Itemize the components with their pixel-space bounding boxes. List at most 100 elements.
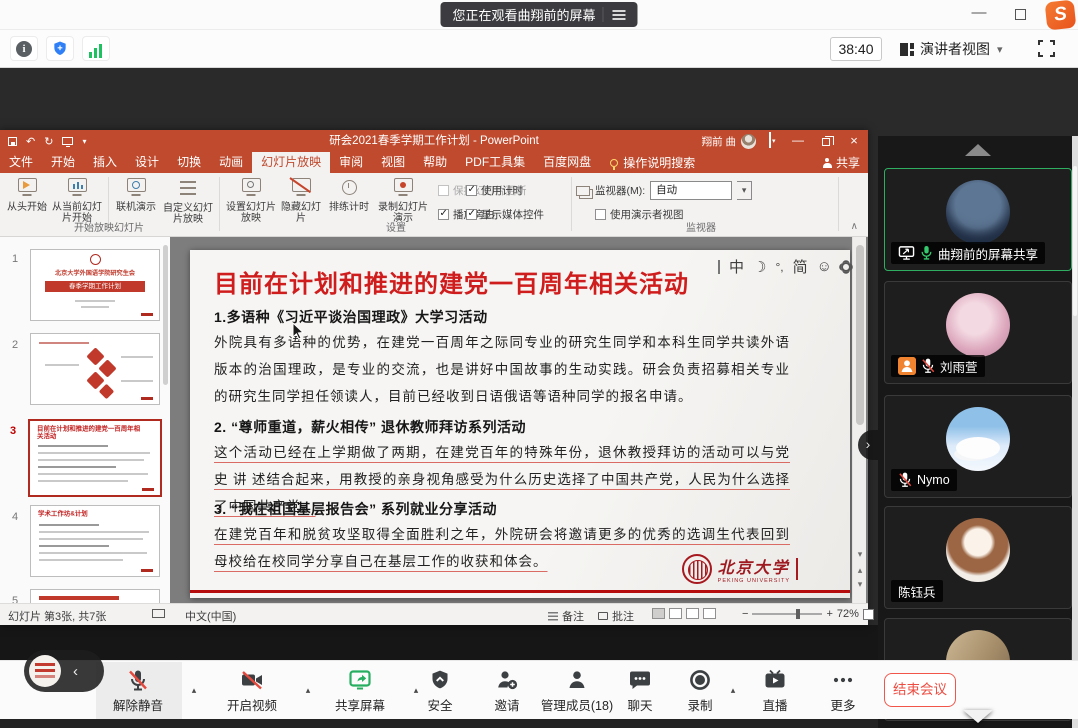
collapse-ribbon-icon[interactable]: ∧ (851, 221, 858, 232)
tab-animations[interactable]: 动画 (210, 152, 252, 173)
slide-thumbnail-2[interactable] (30, 333, 160, 405)
ppt-close-button[interactable]: × (840, 130, 868, 152)
mini-slide-preview[interactable] (29, 655, 61, 687)
tab-view[interactable]: 视图 (372, 152, 414, 173)
ppt-minimize-button[interactable]: — (784, 130, 812, 152)
tab-insert[interactable]: 插入 (84, 152, 126, 173)
meeting-info-button[interactable]: i (10, 36, 38, 61)
window-minimize-button[interactable]: — (970, 4, 988, 21)
moon-icon[interactable]: ☽ (753, 258, 766, 276)
ime-drag-handle-icon[interactable] (718, 260, 720, 274)
comments-label: 批注 (612, 608, 634, 624)
group-label-monitors: 监视器 (576, 219, 826, 234)
use-timings-label: 使用计时 (481, 183, 523, 198)
tab-help[interactable]: 帮助 (414, 152, 456, 173)
fit-to-window-button[interactable] (863, 609, 874, 620)
tab-slideshow[interactable]: 幻灯片放映 (252, 152, 330, 173)
present-online-button[interactable]: 联机演示 (112, 176, 160, 213)
monitor-select-dropdown-icon[interactable]: ▾ (737, 181, 752, 200)
tab-design[interactable]: 设计 (126, 152, 168, 173)
notes-button[interactable]: 备注 (548, 608, 584, 624)
end-meeting-button[interactable]: 结束会议 (884, 673, 956, 707)
video-options-arrow[interactable]: ▴ (306, 685, 311, 696)
tab-pdf-tools[interactable]: PDF工具集 (456, 152, 534, 173)
mic-options-arrow[interactable]: ▴ (192, 685, 197, 696)
from-current-slide-button[interactable]: 从当前幻灯片开始 (50, 176, 104, 224)
participant-tile[interactable]: Nymo (884, 395, 1072, 498)
ppt-titlebar[interactable]: ↶ ↻ ▾ 研会2021春季学期工作计划 - PowerPoint 翔前 曲 —… (0, 130, 868, 152)
ime-language-toggle[interactable]: 中 (729, 256, 744, 277)
rehearse-timings-button[interactable]: 排练计时 (326, 176, 372, 213)
comments-button[interactable]: 批注 (598, 608, 634, 624)
tab-home[interactable]: 开始 (42, 152, 84, 173)
reading-view-button[interactable] (686, 608, 699, 619)
mic-muted-icon (898, 472, 912, 488)
view-mode-selector[interactable]: 演讲者视图 ▾ (900, 36, 1003, 62)
ppt-restore-button[interactable] (812, 130, 840, 152)
use-timings-checkbox[interactable]: 使用计时 (466, 183, 523, 198)
panel-scrollbar[interactable] (1072, 136, 1078, 728)
from-start-button[interactable]: 从头开始 (6, 176, 48, 213)
scroll-down-icon[interactable]: ▾ (853, 549, 867, 560)
zoom-in-button[interactable]: + (826, 608, 832, 620)
zoom-slider[interactable] (752, 613, 822, 615)
slide-thumbnail-4[interactable]: 学术工作坊&计划 (30, 505, 160, 577)
zoom-percentage[interactable]: 72% (837, 608, 859, 620)
ppt-share-button[interactable]: 共享 (823, 152, 860, 173)
floating-share-widget[interactable]: ‹ (24, 650, 104, 692)
tab-transitions[interactable]: 切换 (168, 152, 210, 173)
thumb-number: 2 (12, 339, 18, 351)
tab-baidu-pan[interactable]: 百度网盘 (534, 152, 600, 173)
previous-slide-icon[interactable]: ▴ (853, 565, 867, 576)
ribbon-display-button[interactable] (756, 130, 784, 152)
network-signal-button[interactable] (82, 36, 110, 61)
tell-me-search[interactable]: 操作说明搜索 (600, 152, 705, 173)
start-video-button[interactable]: 开启视频 (204, 668, 300, 714)
ime-punctuation-toggle[interactable]: °, (775, 260, 783, 274)
slide-thumbnail-3-selected[interactable]: 目前在计划和推进的建党一百周年相关活动 (28, 419, 162, 497)
ppt-account[interactable]: 翔前 曲 (702, 130, 756, 152)
slide-scrollbar[interactable]: ▾ ▴ ▾ (852, 237, 866, 603)
slide-thumbnail-5[interactable] (30, 589, 160, 603)
participant-tile[interactable]: 陈钰兵 (884, 506, 1072, 609)
zoom-out-button[interactable]: − (742, 608, 748, 620)
language-indicator[interactable]: 中文(中国) (185, 608, 236, 624)
monitor-select[interactable]: 自动 (650, 181, 732, 200)
scrollbar-thumb[interactable] (856, 245, 864, 425)
meeting-toolbar: i 38:40 演讲者视图 ▾ (0, 30, 1078, 68)
next-slide-icon[interactable]: ▾ (853, 579, 867, 590)
more-button[interactable]: 更多 (795, 668, 891, 714)
participant-tile[interactable]: 刘雨萱 (884, 281, 1072, 384)
scroll-up-arrow-icon[interactable] (965, 144, 991, 156)
scroll-down-arrow-icon[interactable] (963, 710, 993, 723)
slide-thumbnail-panel[interactable]: 1 北京大学外国语学院研究生会 春季学期工作计划 2 (0, 237, 170, 603)
gear-icon[interactable] (841, 262, 851, 272)
more-dots-icon (831, 668, 855, 692)
normal-view-button[interactable] (652, 608, 665, 619)
sogou-ime-icon[interactable]: S (1045, 0, 1077, 30)
ime-simplified-toggle[interactable]: 简 (793, 256, 808, 277)
tab-review[interactable]: 审阅 (330, 152, 372, 173)
setup-slideshow-button[interactable]: 设置幻灯片放映 (226, 176, 276, 224)
slide-thumbnail-1[interactable]: 北京大学外国语学院研究生会 春季学期工作计划 (30, 249, 160, 321)
monitor-icon (576, 186, 590, 196)
security-shield-button[interactable] (46, 36, 74, 61)
unmute-button[interactable]: 解除静音 (90, 668, 186, 714)
powerpoint-window: ↶ ↻ ▾ 研会2021春季学期工作计划 - PowerPoint 翔前 曲 —… (0, 130, 868, 625)
record-slideshow-button[interactable]: 录制幻灯片演示 (374, 176, 432, 224)
thumbnail-scrollbar[interactable] (163, 245, 168, 385)
window-maximize-button[interactable] (1015, 9, 1026, 20)
slide-sorter-view-button[interactable] (669, 608, 682, 619)
zoom-slider-thumb[interactable] (796, 609, 800, 619)
slideshow-view-button[interactable] (703, 608, 716, 619)
current-slide[interactable]: 目前在计划和推进的建党一百周年相关活动 1.多语种《习近平谈治国理政》大学习活动… (190, 250, 850, 598)
fullscreen-button[interactable] (1038, 40, 1055, 57)
ime-toolbar[interactable]: 中 ☽ °, 简 ☺ (718, 256, 851, 277)
menu-icon[interactable] (613, 10, 626, 12)
participant-tile-sharing[interactable]: 曲翔前的屏幕共享 (884, 168, 1072, 271)
custom-show-button[interactable]: 自定义幻灯片放映 (160, 176, 216, 225)
tab-file[interactable]: 文件 (0, 152, 42, 173)
smiley-icon[interactable]: ☺ (817, 258, 832, 275)
chevron-left-icon[interactable]: ‹ (73, 663, 78, 680)
hide-slide-button[interactable]: 隐藏幻灯片 (280, 176, 322, 224)
